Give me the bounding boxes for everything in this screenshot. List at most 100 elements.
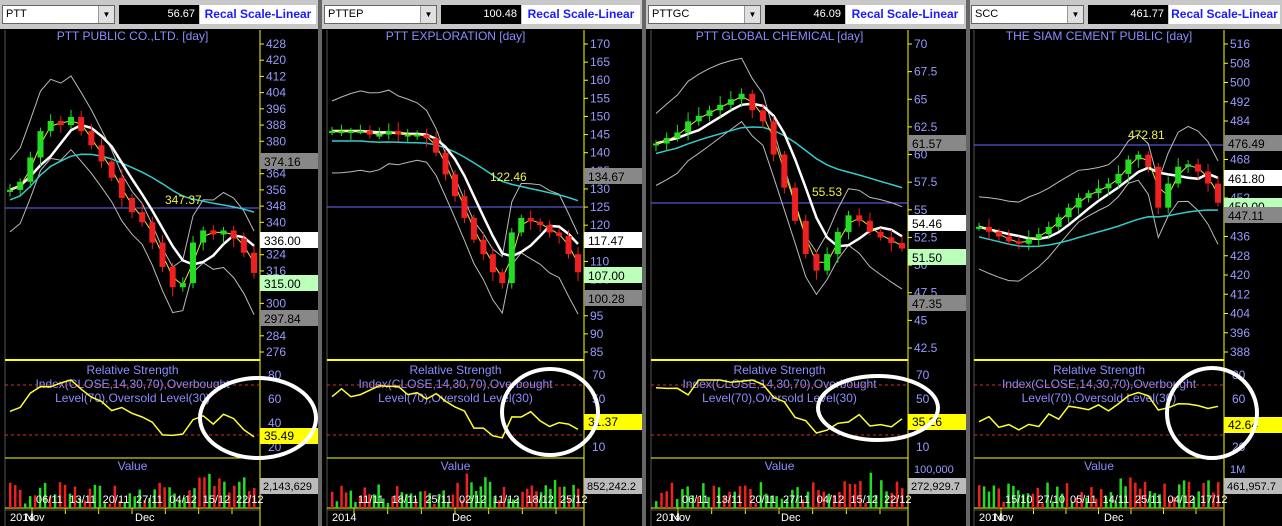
candle-body bbox=[518, 217, 525, 233]
candle-body bbox=[240, 238, 247, 253]
candle-body bbox=[1085, 193, 1092, 198]
month-label: 2014 bbox=[332, 512, 356, 524]
date-label: 04/12 bbox=[817, 494, 845, 506]
candle-body bbox=[759, 110, 766, 122]
volume-bar bbox=[978, 485, 981, 508]
rsi-tick-label: 40 bbox=[268, 416, 282, 430]
price-badge-text: 447.11 bbox=[1228, 209, 1264, 223]
price-tick-label: 140 bbox=[590, 146, 610, 160]
candle-body bbox=[653, 143, 659, 146]
volume-bar bbox=[13, 485, 17, 508]
candle-body bbox=[1215, 183, 1221, 203]
panel-divider bbox=[966, 0, 970, 526]
date-label: 13/11 bbox=[69, 494, 96, 506]
candle-body bbox=[1165, 183, 1172, 208]
candle-body bbox=[1185, 164, 1192, 167]
candle-body bbox=[1025, 238, 1032, 244]
price-badge-gray: 297.84 bbox=[260, 310, 318, 326]
highlight-circle bbox=[198, 376, 318, 460]
volume-badge: 2,143,629 bbox=[260, 478, 318, 494]
candle-body bbox=[251, 252, 257, 273]
rsi-title-line: Relative Strength bbox=[733, 363, 825, 377]
panel-divider bbox=[642, 0, 646, 526]
date-label: 22/12 bbox=[236, 494, 264, 506]
volume-bar bbox=[18, 489, 22, 508]
candle-body bbox=[565, 236, 572, 255]
date-label: 02/12 bbox=[459, 494, 487, 506]
candle-body bbox=[888, 237, 895, 243]
chart-title: PTT PUBLIC CO.,LTD. [day] bbox=[57, 29, 209, 43]
chart-canvas[interactable]: PTT PUBLIC CO.,LTD. [day] 428 420 412 404 396… bbox=[0, 0, 318, 526]
date-label: 11/11 bbox=[358, 494, 384, 506]
volume-bar bbox=[349, 490, 353, 508]
price-badge-text: 374.16 bbox=[264, 155, 301, 169]
price-badge-gray: 134.67 bbox=[584, 168, 642, 184]
volume-bar bbox=[553, 479, 557, 508]
candle-body bbox=[727, 99, 734, 105]
candle-body bbox=[685, 121, 692, 133]
chart-canvas[interactable]: THE SIAM CEMENT PUBLIC [day] 516 508 500 492… bbox=[969, 0, 1282, 526]
chart-canvas[interactable]: PTT EXPLORATION [day] 170 165 160 155 150 145 1… bbox=[322, 0, 642, 526]
candle-body bbox=[385, 130, 392, 135]
chart-canvas[interactable]: PTT GLOBAL CHEMICAL [day]7067.56562.5605… bbox=[646, 0, 966, 526]
chart-panel-pttep: PTTEP ▼ 100.48 Recal Scale-Linear PTT EXPLOR… bbox=[322, 0, 642, 526]
month-label: Dec bbox=[135, 512, 155, 524]
date-label: 18/12 bbox=[526, 494, 554, 506]
candle-body bbox=[824, 254, 831, 271]
volume-bar bbox=[812, 482, 815, 508]
candle-body bbox=[556, 232, 563, 237]
price-tick-label: 165 bbox=[590, 55, 610, 69]
candle-body bbox=[813, 254, 820, 271]
volume-bar bbox=[675, 498, 679, 508]
candle-body bbox=[527, 217, 534, 222]
volume-bar bbox=[344, 492, 348, 508]
candle-body bbox=[706, 110, 713, 116]
price-tick-label: 90 bbox=[590, 327, 604, 341]
candle-body bbox=[149, 222, 156, 243]
price-badge-gray: 100.28 bbox=[584, 290, 642, 306]
candle-body bbox=[230, 230, 237, 239]
price-badge-text: 54.46 bbox=[912, 217, 942, 231]
volume-bar bbox=[98, 485, 102, 508]
candle-body bbox=[1125, 159, 1132, 174]
price-tick-label: 516 bbox=[1230, 37, 1250, 51]
volume-bar bbox=[419, 491, 422, 508]
candle-body bbox=[1155, 166, 1162, 208]
candle-body bbox=[179, 283, 186, 288]
volume-bar bbox=[521, 491, 524, 508]
price-tick-label: 62.5 bbox=[914, 120, 938, 134]
rsi-title-line: Relative Strength bbox=[86, 363, 178, 377]
date-label: 13/11 bbox=[716, 494, 743, 506]
candle-body bbox=[338, 130, 345, 133]
candle-body bbox=[7, 189, 13, 192]
candle-body bbox=[433, 138, 440, 153]
chart-panel-ptt: PTT ▼ 56.67 Recal Scale-Linear PTT PUBLIC CO… bbox=[0, 0, 318, 526]
candle-body bbox=[738, 93, 745, 100]
candle-body bbox=[856, 215, 863, 221]
volume-bar bbox=[655, 501, 658, 508]
date-label: 15/12 bbox=[203, 494, 231, 506]
volume-bar bbox=[198, 477, 201, 508]
price-badge-text: 47.35 bbox=[912, 297, 942, 311]
price-tick-label: 356 bbox=[266, 183, 286, 197]
volume-title: Value bbox=[765, 459, 795, 473]
candle-body bbox=[1135, 154, 1142, 160]
price-tick-label: 508 bbox=[1230, 56, 1250, 70]
volume-badge-text: 461,957.7 bbox=[1227, 481, 1276, 493]
candle-body bbox=[357, 130, 364, 133]
rsi-title-line: Index(CLOSE,14,30,70),Overbought bbox=[35, 377, 230, 391]
candle-body bbox=[1065, 207, 1072, 218]
candle-body bbox=[480, 239, 487, 255]
price-annotation: 122.46 bbox=[490, 170, 527, 184]
price-badge-gray: 374.16 bbox=[260, 153, 318, 169]
volume-tick-label: 1M bbox=[1230, 464, 1245, 476]
rsi-tick-label: 70 bbox=[916, 368, 930, 382]
price-badge-gray: 476.49 bbox=[1224, 135, 1282, 151]
candle-body bbox=[57, 121, 64, 126]
price-badge-green: 107.00 bbox=[584, 267, 642, 283]
candle-body bbox=[877, 231, 884, 238]
date-label: 22/12 bbox=[884, 494, 912, 506]
rsi-tick-label: 70 bbox=[592, 368, 606, 382]
volume-bar bbox=[23, 503, 27, 508]
candle-body bbox=[470, 217, 477, 240]
